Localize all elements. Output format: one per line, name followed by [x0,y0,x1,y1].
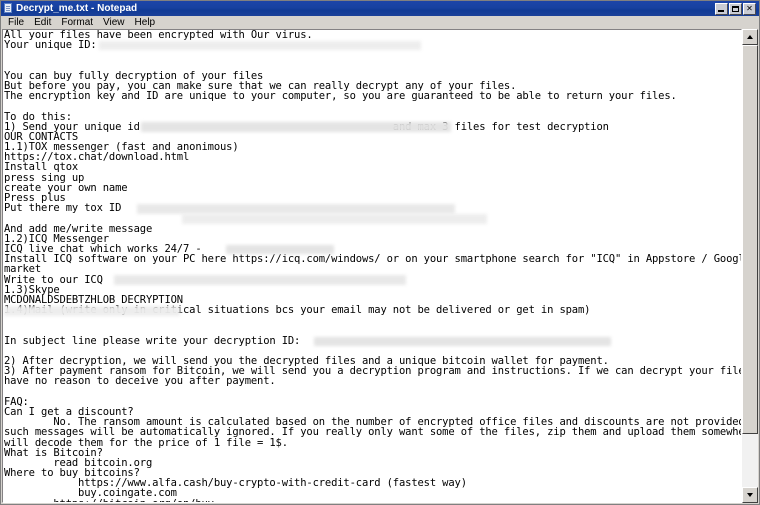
text-line: such messages will be automatically igno… [4,426,741,439]
scrollbar-track[interactable] [742,45,758,487]
text-line: Install ICQ software on your PC here htt… [4,253,741,266]
client-area: All your files have been encrypted with … [1,29,759,504]
text-line [4,387,741,397]
text-line [4,50,741,60]
scrollbar-thumb[interactable] [742,45,758,434]
text-line: Install qtox [4,161,79,174]
text-editor[interactable]: All your files have been encrypted with … [2,29,742,503]
text-line: market [4,263,42,276]
maximize-button[interactable] [729,2,742,15]
notepad-document-icon [3,3,13,14]
window-controls: ✕ [715,2,758,15]
text-line [4,101,741,111]
window-title: Decrypt_me.txt - Notepad [16,3,138,14]
text-line: https://bitcoin.org/en/buy [4,498,741,502]
text-line [4,315,741,325]
menu-item-help[interactable]: Help [130,16,161,29]
vertical-scrollbar[interactable] [742,29,758,503]
close-icon: ✕ [746,3,753,13]
text-line: have no reason to deceive you after paym… [4,375,276,388]
text-line: Put there my tox ID [4,202,122,215]
text-line: The encryption key and ID are unique to … [4,90,677,103]
text-line: will decode them for the price of 1 file… [4,436,288,449]
ransom-note-text[interactable]: All your files have been encrypted with … [4,30,741,502]
title-bar[interactable]: Decrypt_me.txt - Notepad ✕ [1,1,759,16]
text-line: Your unique ID: [4,39,97,52]
close-button[interactable]: ✕ [743,2,756,15]
scroll-up-arrow[interactable] [742,29,758,45]
text-line: All your files have been encrypted with … [4,30,313,41]
text-line: Write to our ICQ [4,273,103,286]
text-line: create your own name [4,181,128,194]
notepad-window: Decrypt_me.txt - Notepad ✕ File Edit For… [0,0,760,505]
text-line: 1.4)Mail (write only in critical situati… [4,304,591,317]
menu-item-view[interactable]: View [98,16,130,29]
text-line: In subject line please write your decryp… [4,334,301,347]
text-line: And add me/write message [4,222,153,235]
menu-item-edit[interactable]: Edit [29,16,56,29]
text-line: 1) Send your unique id and max 3 files f… [4,120,609,133]
text-line: https://tox.chat/download.html [4,151,190,164]
menu-item-file[interactable]: File [3,16,29,29]
menu-item-format[interactable]: Format [56,16,98,29]
minimize-button[interactable] [715,2,728,15]
menu-bar: File Edit Format View Help [1,16,759,29]
scroll-down-arrow[interactable] [742,487,758,503]
